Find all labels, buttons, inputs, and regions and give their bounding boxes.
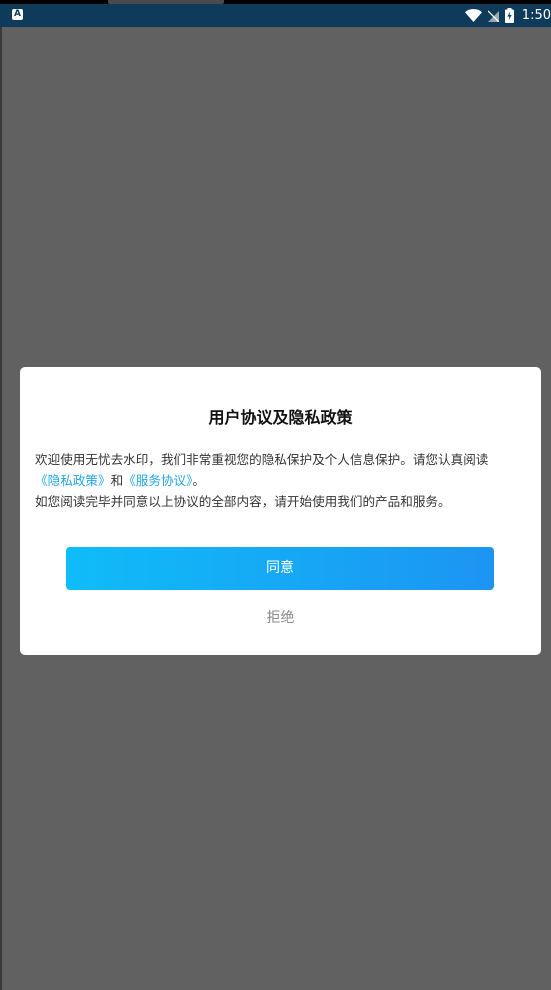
- clock-time: 1:50: [521, 7, 551, 23]
- camera-notch: [108, 0, 224, 4]
- notification-app-icon: A: [12, 9, 23, 20]
- status-icons: 1:50: [464, 6, 551, 24]
- period-text: 。: [192, 473, 206, 488]
- battery-charging-icon: [504, 7, 514, 23]
- no-sim-icon: [487, 8, 499, 22]
- status-bar: A 1:50: [0, 0, 551, 27]
- service-agreement-link[interactable]: 《服务协议》: [123, 473, 192, 488]
- status-top-strip: [0, 0, 551, 4]
- privacy-policy-link[interactable]: 《隐私政策》: [35, 473, 111, 488]
- reject-button[interactable]: 拒绝: [20, 607, 541, 627]
- privacy-agreement-dialog: 用户协议及隐私政策 欢迎使用无忧去水印，我们非常重视您的隐私保护及个人信息保护。…: [20, 367, 541, 655]
- dialog-title: 用户协议及隐私政策: [208, 408, 353, 427]
- screen-edge: [0, 0, 2, 990]
- agree-button[interactable]: 同意: [66, 547, 494, 590]
- body-consent-text: 如您阅读完毕并同意以上协议的全部内容，请开始使用我们的产品和服务。: [35, 494, 451, 509]
- wifi-icon: [464, 8, 482, 22]
- dialog-body: 欢迎使用无忧去水印，我们非常重视您的隐私保护及个人信息保护。请您认真阅读 《隐私…: [35, 449, 519, 512]
- body-intro-text: 欢迎使用无忧去水印，我们非常重视您的隐私保护及个人信息保护。请您认真阅读: [35, 452, 489, 467]
- and-text: 和: [110, 473, 124, 488]
